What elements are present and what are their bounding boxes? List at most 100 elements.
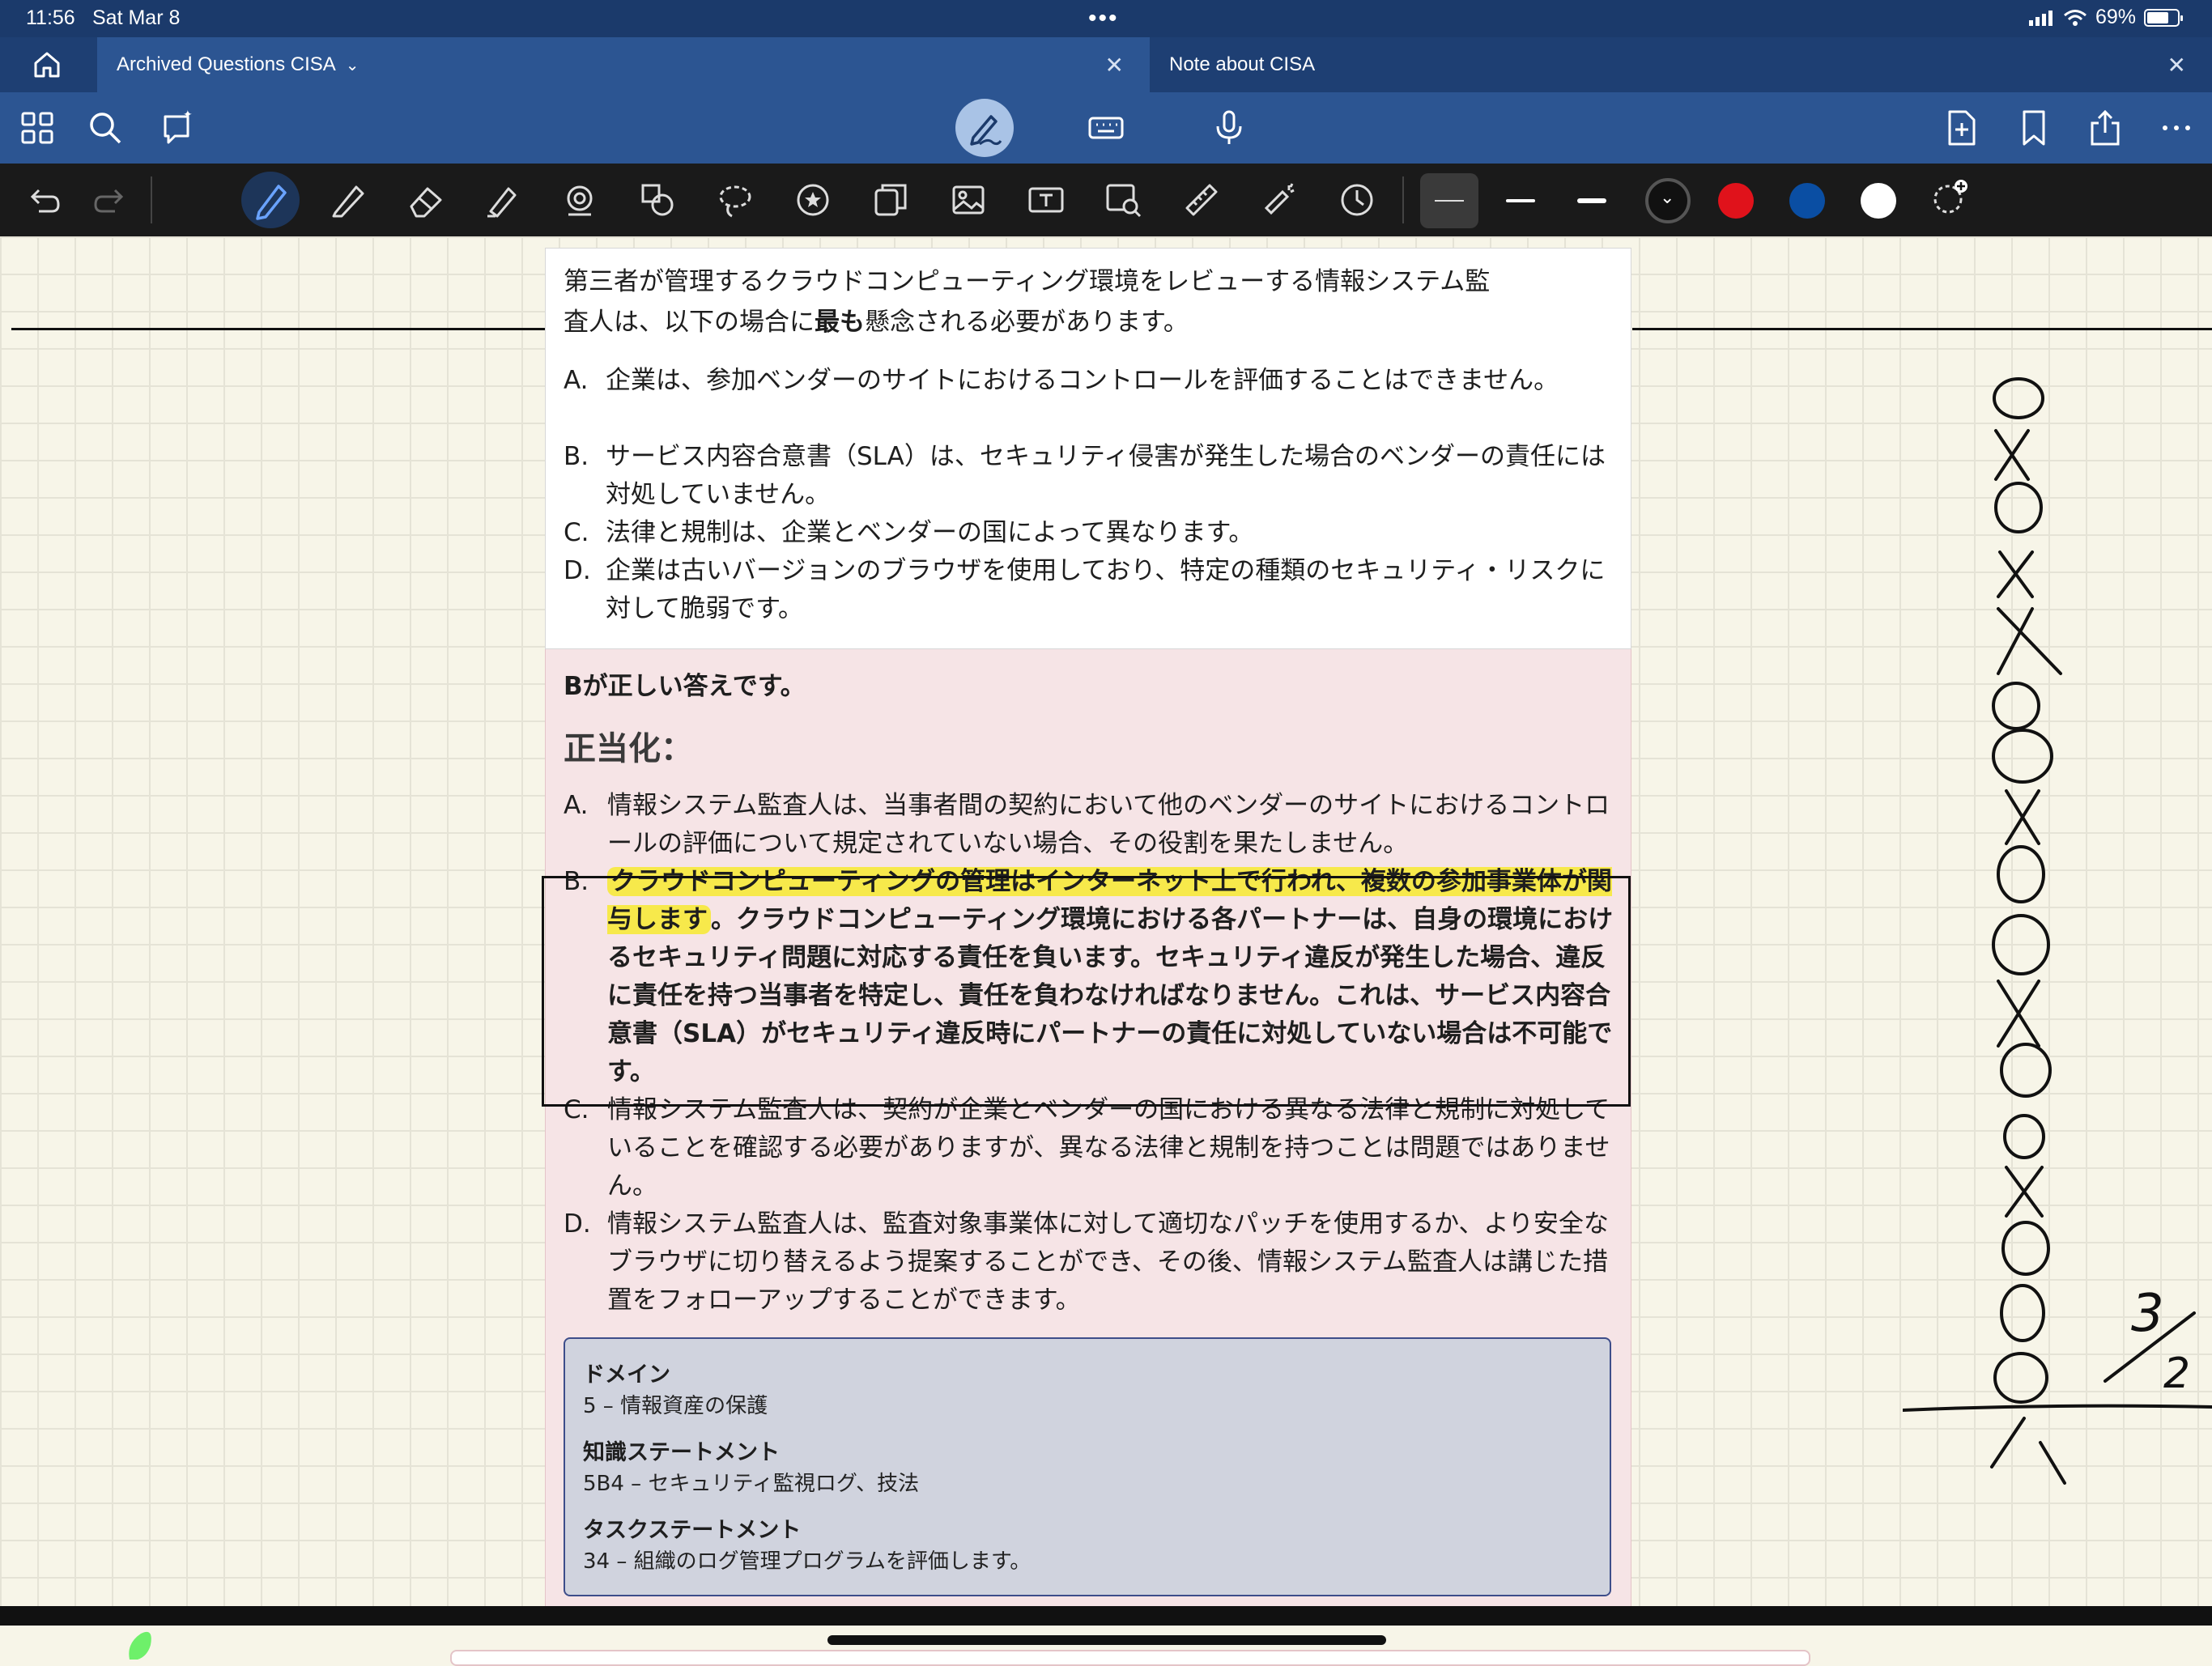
question-text: 第三者が管理するクラウドコンピューティング環境をレビューする情報システム監 査人… — [564, 261, 1616, 342]
svg-text:✦: ✦ — [183, 108, 193, 121]
question-emphasis: 最も — [815, 308, 865, 337]
pencil-icon[interactable] — [329, 181, 368, 219]
home-icon[interactable] — [31, 49, 63, 81]
text-box-icon[interactable] — [1027, 181, 1066, 219]
drawing-toolbar: ⌄ — [0, 164, 2212, 236]
close-tab-icon[interactable]: ✕ — [2167, 52, 2186, 79]
add-color-icon[interactable] — [1930, 178, 1969, 217]
question-option-d: D. 企業は古いバージョンのブラウザを使用しており、特定の種類のセキュリティ・リ… — [564, 552, 1616, 628]
stroke-medium-button[interactable] — [1491, 173, 1550, 228]
lasso-icon[interactable] — [716, 181, 755, 219]
question-line: 第三者が管理するクラウドコンピューティング環境をレビューする情報システム監 — [564, 267, 1491, 296]
tab-label: Archived Questions CISA — [117, 53, 336, 75]
search-icon[interactable] — [86, 108, 125, 147]
tab-archived-questions[interactable]: Archived Questions CISA ⌄ ✕ — [97, 37, 1150, 92]
page-separator — [0, 1606, 2212, 1626]
ruler-icon[interactable] — [1182, 181, 1221, 219]
multitask-dots-icon[interactable]: ••• — [1088, 5, 1119, 32]
question-document: 第三者が管理するクラウドコンピューティング環境をレビューする情報システム監 査人… — [542, 248, 1631, 1606]
magic-note-icon[interactable]: ✦ — [157, 108, 196, 147]
svg-text:3: 3 — [2131, 1284, 2164, 1344]
undo-icon[interactable] — [23, 181, 62, 219]
justification-text: 情報システム監査人は、契約が企業とベンダーの国における異なる法律と規制に対処して… — [607, 1095, 1610, 1201]
knowledge-value: 5B4 – セキュリティ監視ログ、技法 — [583, 1472, 920, 1496]
tab-bar: Archived Questions CISA ⌄ ✕ Note about C… — [0, 37, 2212, 92]
history-clock-icon[interactable] — [1338, 181, 1376, 219]
home-indicator[interactable] — [827, 1635, 1386, 1645]
image-search-icon[interactable] — [1104, 181, 1143, 219]
handwritten-line — [11, 328, 546, 330]
app-toolbar: ✦ — [0, 92, 2212, 164]
stroke-thick-button[interactable] — [1563, 173, 1621, 228]
pen-tool-button[interactable] — [241, 172, 300, 228]
knowledge-label: 知識ステートメント — [583, 1440, 780, 1465]
handdrawn-box — [542, 876, 1631, 1107]
green-ink-mark — [129, 1631, 151, 1660]
status-bar: 11:56 Sat Mar 8 ••• 69% — [0, 0, 2212, 37]
elements-icon[interactable] — [871, 181, 910, 219]
grid-view-icon[interactable] — [18, 108, 57, 147]
share-icon[interactable] — [2086, 108, 2125, 147]
color-red[interactable] — [1718, 183, 1754, 219]
next-page-preview — [450, 1650, 1810, 1666]
color-white[interactable] — [1861, 183, 1896, 219]
add-page-icon[interactable] — [1942, 108, 1980, 147]
toolbar-divider — [1402, 176, 1404, 223]
metadata-box: ドメイン 5 – 情報資産の保護 知識ステートメント 5B4 – セキュリティ監… — [564, 1337, 1611, 1596]
option-text: サービス内容合意書（SLA）は、セキュリティ侵害が発生した場合のベンダーの責任に… — [606, 442, 1606, 509]
pen-icon — [256, 185, 287, 220]
pen-write-icon — [970, 115, 1002, 146]
correct-answer: Bが正しい答えです。 — [564, 665, 806, 702]
stroke-thin-button[interactable] — [1420, 173, 1478, 228]
option-letter: C. — [564, 518, 589, 547]
bookmark-icon[interactable] — [2014, 108, 2053, 147]
question-text-part: 懸念される必要があります。 — [865, 308, 1189, 337]
close-tab-icon[interactable]: ✕ — [1105, 52, 1124, 79]
battery-percent: 69% — [2095, 6, 2136, 28]
question-box: 第三者が管理するクラウドコンピューティング環境をレビューする情報システム監 査人… — [545, 248, 1631, 649]
svg-text:2: 2 — [2163, 1349, 2190, 1398]
chevron-down-icon: ⌄ — [1660, 188, 1675, 208]
redo-icon[interactable] — [92, 181, 131, 219]
color-black-selected[interactable]: ⌄ — [1645, 178, 1691, 223]
option-text: 企業は、参加ベンダーのサイトにおけるコントロールを評価することはできません。 — [606, 366, 1559, 395]
more-options-icon[interactable] — [2157, 108, 2196, 147]
justification-text: 情報システム監査人は、当事者間の契約において他のベンダーのサイトにおけるコントロ… — [607, 791, 1610, 858]
status-right: 69% — [2028, 6, 2183, 29]
laser-pointer-icon[interactable] — [1260, 181, 1299, 219]
correct-answer-text: が正しい答えです。 — [582, 672, 806, 701]
domain-value: 5 – 情報資産の保護 — [583, 1394, 768, 1418]
justification-a: A. 情報システム監査人は、当事者間の契約において他のベンダーのサイトにおけるコ… — [564, 787, 1624, 863]
image-icon[interactable] — [949, 181, 988, 219]
sticker-icon[interactable] — [793, 181, 832, 219]
chevron-down-icon[interactable]: ⌄ — [346, 55, 359, 75]
justification-heading: 正当化： — [564, 730, 693, 767]
option-letter: B. — [564, 442, 589, 471]
shape-tool-icon[interactable] — [560, 181, 599, 219]
color-blue[interactable] — [1789, 183, 1825, 219]
pen-mode-button[interactable] — [955, 99, 1014, 157]
justification-d: D. 情報システム監査人は、監査対象事業体に対して適切なパッチを使用するか、より… — [564, 1205, 1624, 1320]
option-text: 法律と規制は、企業とベンダーの国によって異なります。 — [606, 518, 1254, 547]
option-letter: D. — [564, 556, 591, 585]
battery-icon — [2144, 8, 2183, 27]
option-text: 企業は古いバージョンのブラウザを使用しており、特定の種類のセキュリティ・リスクに… — [606, 556, 1606, 623]
keyboard-icon[interactable] — [1087, 108, 1125, 147]
task-value: 34 – 組織のログ管理プログラムを評価します。 — [583, 1549, 1032, 1574]
question-option-a: A. 企業は、参加ベンダーのサイトにおけるコントロールを評価することはできません… — [564, 362, 1616, 400]
status-time: 11:56 — [26, 6, 75, 29]
signal-icon — [2028, 10, 2052, 26]
note-canvas[interactable]: 第三者が管理するクラウドコンピューティング環境をレビューする情報システム監 査人… — [0, 236, 2212, 1606]
wifi-icon — [2063, 9, 2087, 26]
microphone-icon[interactable] — [1210, 108, 1249, 147]
answer-box: Bが正しい答えです。 正当化： A. 情報システム監査人は、当事者間の契約におい… — [545, 649, 1631, 1606]
shapes-icon[interactable] — [638, 181, 677, 219]
question-option-c: C. 法律と規制は、企業とベンダーの国によって異なります。 — [564, 514, 1616, 552]
justification-text: 情報システム監査人は、監査対象事業体に対して適切なパッチを使用するか、より安全な… — [607, 1209, 1609, 1315]
task-label: タスクステートメント — [583, 1518, 802, 1543]
eraser-icon[interactable] — [406, 181, 445, 219]
question-text-part: 査人は、以下の場合に — [564, 308, 815, 337]
domain-label: ドメイン — [583, 1362, 670, 1388]
highlighter-icon[interactable] — [483, 181, 521, 219]
tab-note-about-cisa[interactable]: Note about CISA ✕ — [1150, 37, 2212, 92]
